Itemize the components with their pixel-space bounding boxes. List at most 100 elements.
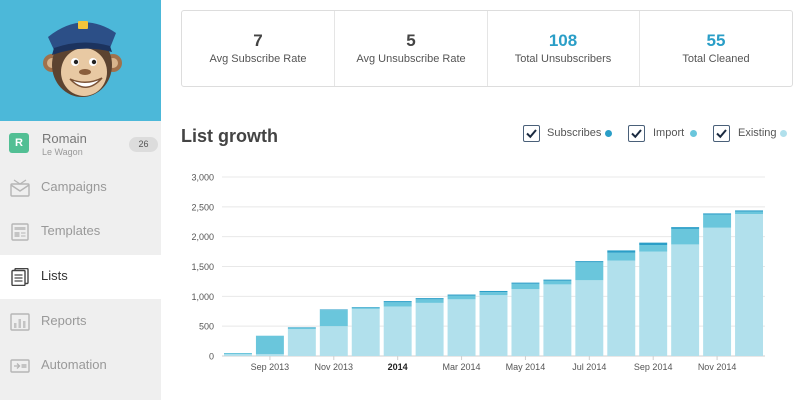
bar-segment-existing (383, 306, 412, 356)
bar-segment-subscribes (287, 327, 316, 328)
sidebar-item-lists[interactable]: Lists (0, 255, 161, 299)
sidebar-item-label: Campaigns (41, 179, 107, 194)
bar-segment-import (415, 299, 444, 303)
sidebar-item-label: Automation (41, 357, 107, 372)
stat-value: 7 (253, 31, 263, 50)
bar-segment-subscribes (351, 307, 380, 308)
y-tick-label: 1,500 (191, 262, 214, 272)
avatar[interactable]: R (9, 133, 29, 153)
sidebar-item-label: Templates (41, 223, 101, 238)
x-tick-label: Sep 2014 (634, 362, 673, 372)
app-logo[interactable] (0, 0, 161, 121)
bar-segment-import (735, 211, 763, 214)
bar-segment-subscribes (607, 250, 636, 253)
x-tick-label: May 2014 (506, 362, 546, 372)
stat-value-link[interactable]: 55 (640, 31, 792, 51)
bar-segment-import (639, 245, 668, 252)
bar-segment-subscribes (511, 282, 540, 284)
y-tick-label: 2,000 (191, 232, 214, 242)
legend-swatch (780, 130, 787, 137)
templates-icon (11, 223, 29, 241)
legend-label: Subscribes (547, 127, 602, 139)
stat-avg-unsubscribe-rate: 5 Avg Unsubscribe Rate (335, 11, 487, 86)
stat-label: Total Cleaned (682, 53, 750, 65)
user-org: Le Wagon (42, 147, 83, 157)
bar-segment-import (607, 252, 636, 261)
campaigns-icon (10, 179, 30, 197)
bar-segment-import (351, 307, 380, 309)
x-tick-label: Sep 2013 (251, 362, 290, 372)
bar-segment-import (319, 310, 348, 327)
bar-segment-existing (319, 326, 348, 356)
bar-segment-import (479, 292, 508, 296)
bar-segment-existing (607, 260, 636, 356)
bar-segment-subscribes (479, 290, 508, 293)
notification-count-badge[interactable]: 26 (129, 137, 158, 152)
bar-segment-import (224, 353, 252, 355)
y-tick-label: 0 (209, 352, 214, 362)
checkbox[interactable] (713, 125, 730, 142)
sidebar-item-automation[interactable]: Automation (0, 344, 161, 388)
bar-segment-existing (287, 329, 316, 356)
lists-icon (11, 268, 29, 286)
bar-segment-import (255, 335, 284, 355)
sidebar-item-templates[interactable]: Templates (0, 210, 161, 254)
bar-segment-subscribes (383, 301, 412, 303)
stat-label: Total Unsubscribers (514, 53, 612, 65)
bar-segment-import (671, 228, 700, 245)
bar-segment-subscribes (415, 298, 444, 300)
bar-segment-existing (511, 289, 540, 356)
sidebar: R Romain Le Wagon 26 Campaigns Templates… (0, 0, 161, 400)
stat-value-link[interactable]: 108 (487, 31, 639, 51)
sidebar-item-reports[interactable]: Reports (0, 300, 161, 344)
bar-segment-import (447, 295, 476, 300)
bar-segment-subscribes (639, 242, 668, 246)
list-stats-panel: 7 Avg Subscribe Rate 5 Avg Unsubscribe R… (181, 10, 793, 87)
bar-segment-existing (479, 295, 508, 356)
bar-segment-existing (575, 280, 604, 356)
bar-segment-existing (639, 251, 668, 356)
checkbox[interactable] (523, 125, 540, 142)
legend-toggle-subscribes[interactable]: Subscribes (523, 125, 615, 143)
user-name: Romain (42, 131, 87, 146)
bar-segment-subscribes (671, 227, 700, 229)
x-tick-label: Mar 2014 (443, 362, 481, 372)
bar-segment-subscribes (319, 309, 348, 311)
bar-segment-existing (735, 213, 763, 356)
legend-toggle-existing[interactable]: Existing (713, 125, 791, 143)
stat-total-unsubscribers[interactable]: 108 Total Unsubscribers (487, 11, 639, 86)
legend-label: Existing (738, 127, 777, 139)
bar-segment-import (383, 302, 412, 307)
y-tick-label: 1,000 (191, 292, 214, 302)
y-tick-label: 500 (199, 322, 214, 332)
stat-total-cleaned[interactable]: 55 Total Cleaned (640, 11, 792, 86)
sidebar-item-campaigns[interactable]: Campaigns (0, 166, 161, 210)
bar-segment-existing (351, 308, 380, 356)
checkmark-icon (526, 129, 537, 139)
checkmark-icon (631, 129, 642, 139)
stat-avg-subscribe-rate: 7 Avg Subscribe Rate (182, 11, 334, 86)
bar-segment-import (511, 283, 540, 290)
bar-segment-import (703, 214, 732, 228)
bar-segment-subscribes (575, 261, 604, 263)
checkmark-icon (716, 129, 727, 139)
sidebar-item-label: Lists (41, 268, 68, 283)
stat-label: Avg Subscribe Rate (209, 53, 307, 65)
checkbox[interactable] (628, 125, 645, 142)
bar-segment-import (543, 280, 572, 285)
monkey-logo-icon (43, 21, 122, 97)
legend-toggle-import[interactable]: Import (628, 125, 698, 143)
bar-segment-existing (224, 354, 252, 356)
bar-segment-existing (255, 354, 284, 356)
bar-segment-subscribes (447, 294, 476, 296)
bar-segment-subscribes (543, 279, 572, 281)
x-tick-label: Nov 2014 (698, 362, 737, 372)
bar-segment-subscribes (703, 213, 732, 215)
x-tick-label: Nov 2013 (315, 362, 354, 372)
bar-segment-existing (447, 299, 476, 356)
bar-segment-existing (543, 284, 572, 356)
stat-label: Avg Unsubscribe Rate (356, 53, 466, 65)
automation-icon (10, 359, 30, 373)
bar-segment-import (287, 327, 316, 330)
bar-segment-existing (671, 244, 700, 356)
